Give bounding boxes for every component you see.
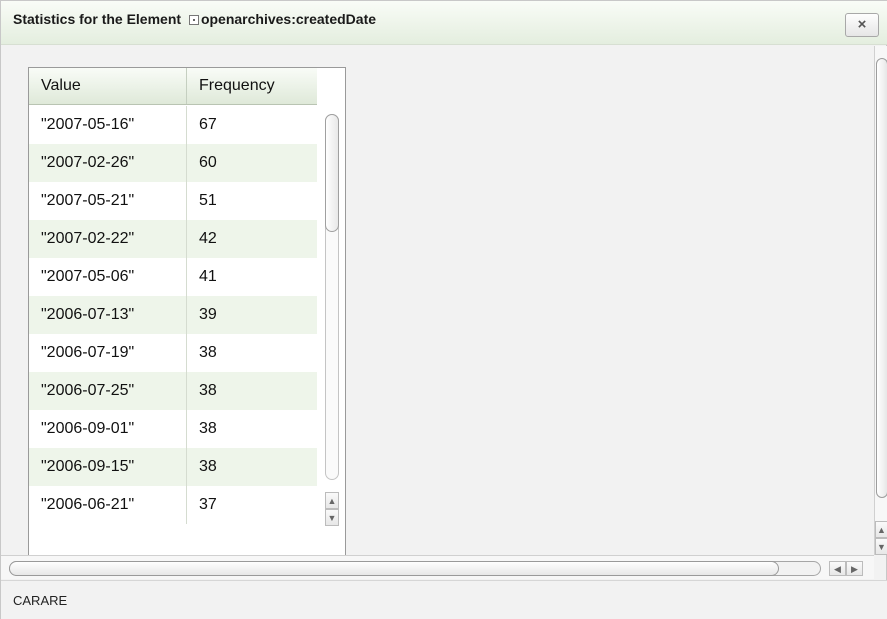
horizontal-scroll-thumb[interactable]	[9, 561, 779, 576]
table-scroll-up-arrow-icon[interactable]: ▲	[325, 492, 339, 509]
cell-value: "2006-07-13"	[29, 296, 187, 334]
table-row[interactable]: "2007-02-26"60	[29, 144, 317, 182]
cell-value: "2006-07-25"	[29, 372, 187, 410]
table-body: "2007-05-16"67 "2007-02-26"60 "2007-05-2…	[29, 106, 317, 524]
dialog-title-element: openarchives:createdDate	[201, 11, 376, 27]
cell-value: "2007-05-06"	[29, 258, 187, 296]
dialog-title-prefix: Statistics for the Element	[13, 11, 181, 27]
panel-scroll-thumb[interactable]	[876, 58, 887, 498]
table-row[interactable]: "2006-09-01"38	[29, 410, 317, 448]
cell-value: "2006-06-21"	[29, 486, 187, 524]
table-row[interactable]: "2006-09-15"38	[29, 448, 317, 486]
table-row[interactable]: "2007-05-21"51	[29, 182, 317, 220]
cell-frequency: 41	[187, 258, 317, 296]
cell-frequency: 39	[187, 296, 317, 334]
panel-horizontal-scrollbar[interactable]: ◀ ▶	[1, 555, 874, 579]
cell-frequency: 37	[187, 486, 317, 524]
panel-vertical-scrollbar[interactable]: ▲ ▼	[874, 46, 887, 555]
close-button[interactable]: ×	[845, 13, 879, 37]
dialog-title: Statistics for the Element openarchives:…	[13, 11, 376, 27]
cell-frequency: 38	[187, 410, 317, 448]
cell-value: "2007-05-16"	[29, 106, 187, 144]
table-scroll-down-arrow-icon[interactable]: ▼	[325, 509, 339, 526]
table-row[interactable]: "2007-05-16"67	[29, 106, 317, 144]
scroll-right-arrow-icon[interactable]: ▶	[846, 561, 863, 576]
footer-label: CARARE	[13, 593, 67, 608]
dialog-footer: CARARE	[1, 580, 887, 619]
cell-value: "2007-02-22"	[29, 220, 187, 258]
cell-value: "2007-05-21"	[29, 182, 187, 220]
table-row[interactable]: "2007-02-22"42	[29, 220, 317, 258]
table-row[interactable]: "2006-06-21"37	[29, 486, 317, 524]
scroll-left-arrow-icon[interactable]: ◀	[829, 561, 846, 576]
cell-frequency: 38	[187, 334, 317, 372]
table-scroll-thumb[interactable]	[325, 114, 339, 232]
cell-frequency: 42	[187, 220, 317, 258]
table-row[interactable]: "2006-07-13"39	[29, 296, 317, 334]
statistics-dialog: Statistics for the Element openarchives:…	[0, 0, 887, 619]
cell-value: "2006-09-01"	[29, 410, 187, 448]
dialog-content: Value Frequency "2007-05-16"67 "2007-02-…	[1, 46, 874, 555]
table-row[interactable]: "2007-05-06"41	[29, 258, 317, 296]
cell-value: "2006-07-19"	[29, 334, 187, 372]
table-row[interactable]: "2006-07-25"38	[29, 372, 317, 410]
panel-scroll-up-arrow-icon[interactable]: ▲	[875, 521, 887, 538]
table-row[interactable]: "2006-07-19"38	[29, 334, 317, 372]
column-header-value[interactable]: Value	[29, 68, 187, 104]
cell-frequency: 38	[187, 448, 317, 486]
element-node-icon	[189, 15, 199, 25]
table-vertical-scrollbar[interactable]: ▲ ▼	[317, 106, 346, 572]
panel-scroll-down-arrow-icon[interactable]: ▼	[875, 538, 887, 555]
cell-frequency: 60	[187, 144, 317, 182]
table-header: Value Frequency	[29, 68, 317, 105]
frequency-table: Value Frequency "2007-05-16"67 "2007-02-…	[28, 67, 346, 572]
column-header-frequency[interactable]: Frequency	[187, 68, 317, 104]
cell-value: "2006-09-15"	[29, 448, 187, 486]
cell-frequency: 67	[187, 106, 317, 144]
cell-frequency: 51	[187, 182, 317, 220]
cell-value: "2007-02-26"	[29, 144, 187, 182]
dialog-titlebar: Statistics for the Element openarchives:…	[1, 1, 887, 45]
cell-frequency: 38	[187, 372, 317, 410]
